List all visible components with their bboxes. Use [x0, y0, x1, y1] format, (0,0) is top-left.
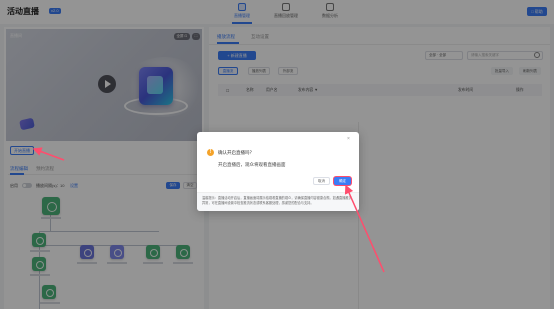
dialog-footer: 温馨提示：直播活动开启后，直播画面将展示给观看直播的观众，请确保直播内容健康合规… — [197, 192, 359, 211]
warning-icon: ! — [207, 149, 214, 156]
confirm-start-live-dialog: × ! 确认开启直播吗？ 开启直播后，观众将观看直播画面 取消 确定 温馨提示：… — [197, 132, 359, 211]
cancel-button[interactable]: 取消 — [313, 177, 330, 185]
close-icon[interactable]: × — [347, 137, 350, 142]
dialog-message: 开启直播后，观众将观看直播画面 — [218, 162, 286, 167]
confirm-button[interactable]: 确定 — [334, 177, 351, 185]
dialog-title: 确认开启直播吗？ — [218, 150, 254, 155]
dialog-note: 温馨提示：直播活动开启后，直播画面将展示给观看直播的观众，请确保直播内容健康合规… — [202, 196, 352, 205]
